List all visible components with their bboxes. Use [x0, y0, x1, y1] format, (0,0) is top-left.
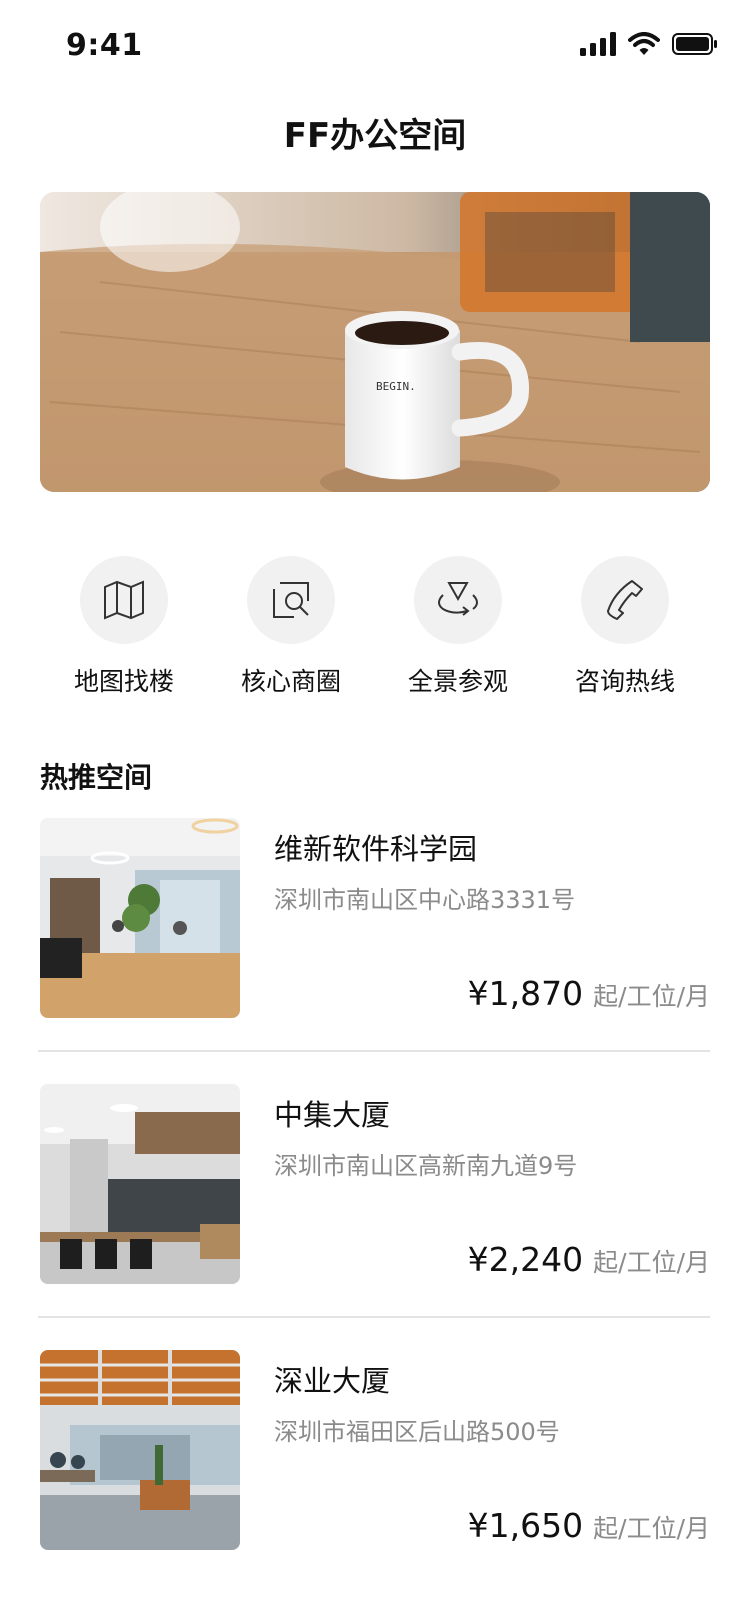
search-area-icon-circle [247, 556, 335, 644]
quick-actions: 地图找楼 核心商圈 全景参观 咨询热线 [40, 556, 710, 696]
quick-action-panorama[interactable]: 全景参观 [374, 556, 542, 696]
listing-price: ¥1,870 [467, 974, 584, 1013]
listing-price-unit: 起/工位/月 [593, 1514, 710, 1543]
listing-address: 深圳市南山区中心路3331号 [274, 886, 576, 914]
listing-name: 深业大厦 [274, 1364, 391, 1398]
quick-action-label: 全景参观 [407, 667, 508, 696]
listing-thumbnail [40, 1084, 240, 1284]
quick-action-label: 核心商圈 [240, 667, 341, 696]
phone-icon-circle [581, 556, 669, 644]
divider [38, 1050, 710, 1052]
banner-image: BEGIN. [40, 192, 710, 492]
listing-price-block: ¥1,870 起/工位/月 [468, 974, 710, 1013]
quick-action-map[interactable]: 地图找楼 [40, 556, 208, 696]
quick-action-label: 地图找楼 [73, 667, 174, 696]
listing-address: 深圳市福田区后山路500号 [274, 1418, 560, 1446]
status-time: 9:41 [66, 28, 143, 63]
quick-action-label: 咨询热线 [574, 667, 675, 696]
listing-price: ¥2,240 [467, 1240, 584, 1279]
wifi-icon [628, 32, 660, 55]
search-area-icon [273, 582, 309, 618]
quick-action-hotline[interactable]: 咨询热线 [541, 556, 709, 696]
panorama-icon [438, 582, 478, 616]
panorama-icon-circle [414, 556, 502, 644]
listing-price-unit: 起/工位/月 [593, 982, 710, 1011]
listing-card[interactable]: 中集大厦 深圳市南山区高新南九道9号 ¥2,240 起/工位/月 [40, 1084, 710, 1350]
section-title: 热推空间 [40, 761, 153, 794]
divider [38, 1316, 710, 1318]
status-icons [580, 32, 718, 56]
hero-banner[interactable]: BEGIN. [40, 192, 710, 492]
listing-card[interactable]: 深业大厦 深圳市福田区后山路500号 ¥1,650 起/工位/月 [40, 1350, 710, 1616]
listing-price-block: ¥1,650 起/工位/月 [468, 1506, 710, 1545]
battery-icon [672, 33, 717, 55]
listing-price-block: ¥2,240 起/工位/月 [468, 1240, 710, 1279]
listing-thumbnail [40, 818, 240, 1018]
map-icon [104, 580, 144, 620]
listing-price-unit: 起/工位/月 [593, 1248, 710, 1277]
listing-price: ¥1,650 [467, 1506, 584, 1545]
phone-icon [607, 580, 643, 620]
listing-name: 中集大厦 [274, 1098, 391, 1132]
page-title: FF办公空间 [283, 116, 467, 156]
map-icon-circle [80, 556, 168, 644]
listing-name: 维新软件科学园 [274, 832, 478, 866]
listing-card[interactable]: 维新软件科学园 深圳市南山区中心路3331号 ¥1,870 起/工位/月 [40, 818, 710, 1084]
listing-thumbnail [40, 1350, 240, 1550]
quick-action-business-district[interactable]: 核心商圈 [207, 556, 375, 696]
signal-icon [580, 32, 616, 56]
status-bar: 9:41 [0, 0, 750, 92]
mug-text: BEGIN. [376, 380, 416, 393]
listing-address: 深圳市南山区高新南九道9号 [274, 1152, 578, 1180]
